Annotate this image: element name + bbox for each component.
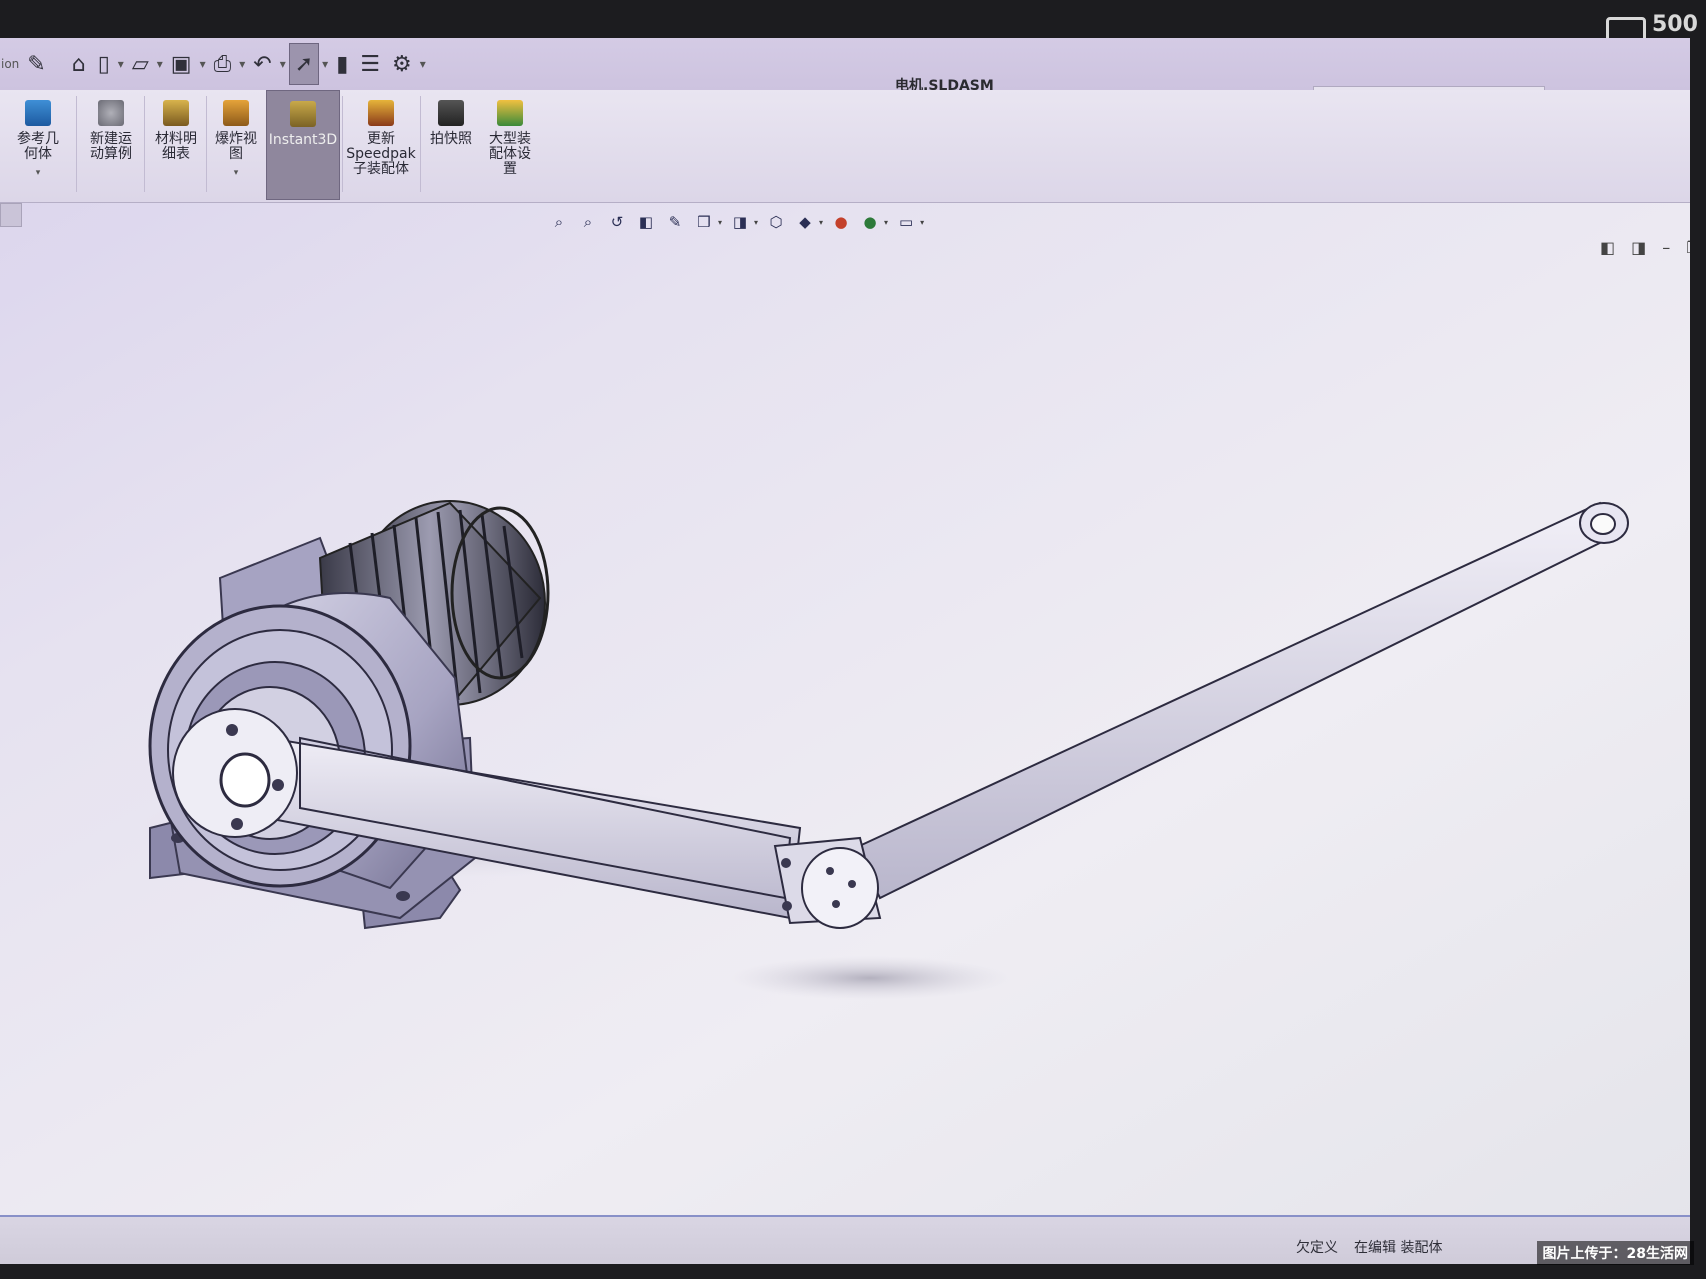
pivot-joint-block: [773, 836, 882, 929]
status-bar: 欠定义 在编辑 装配体: [0, 1215, 1690, 1264]
arm-end-hole: [1590, 513, 1616, 535]
status-definition: 欠定义: [1296, 1240, 1338, 1256]
status-editing-mode: 在编辑 装配体: [1354, 1240, 1443, 1256]
arm-shadow: [730, 956, 1010, 1000]
solidworks-window: ion ✎ ⌂ ▯ ▾ ▱ ▾ ▣ ▾ ⎙ ▾ ↶ ▾ ➚ ▾ ▮ ☰ ⚙ ▾ …: [0, 38, 1690, 1264]
monitor-brand-number: 500: [1652, 12, 1698, 37]
graphics-area-model[interactable]: [0, 38, 1690, 1208]
motor-shaft-hub: [172, 708, 298, 838]
watermark-text: 图片上传于：28生活网: [1536, 1241, 1694, 1265]
long-link-arm: [853, 501, 1622, 900]
